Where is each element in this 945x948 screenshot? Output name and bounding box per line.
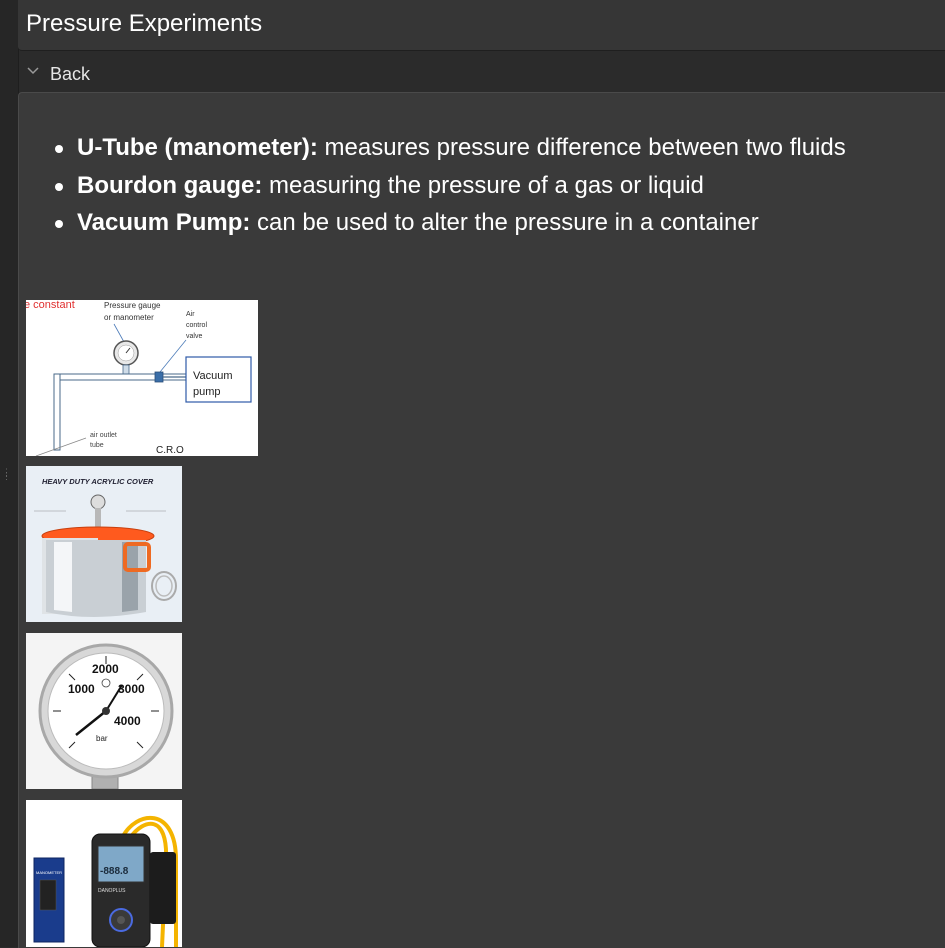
gauge-icon xyxy=(90,494,106,510)
pump-label: Vacuum xyxy=(193,370,233,382)
list-item: U-Tube (manometer): measures pressure di… xyxy=(55,129,846,167)
digital-manometer-image[interactable]: MANOMETER -888.8 DANOPLUS xyxy=(26,800,182,947)
chevron-down-icon xyxy=(27,67,39,75)
constant-text: e constant xyxy=(26,300,75,311)
brand-text: DANOPLUS xyxy=(98,888,126,894)
gauge-value: 3000 xyxy=(118,682,145,696)
list-item: Vacuum Pump: can be used to alter the pr… xyxy=(55,204,846,242)
valve-label: control xyxy=(186,322,207,329)
bullet-desc: measuring the pressure of a gas or liqui… xyxy=(262,171,704,199)
gauge-unit: bar xyxy=(96,734,108,743)
vacuum-diagram-image[interactable]: e constant Pressure gauge or manometer A… xyxy=(26,300,258,456)
gauge-value: 1000 xyxy=(68,682,95,696)
bullet-term: Vacuum Pump: xyxy=(77,209,251,236)
left-rail: ⋮ ⋮ xyxy=(0,0,19,947)
gauge-label: Pressure gauge xyxy=(104,301,161,310)
list-item: Bourdon gauge: measuring the pressure of… xyxy=(55,167,846,205)
cro-label: C.R.O xyxy=(156,445,184,456)
bullet-term: U-Tube (manometer): xyxy=(77,134,318,161)
resize-grip-icon[interactable]: ⋮ ⋮ xyxy=(2,468,11,490)
valve-label: Air xyxy=(186,311,195,318)
outlet-label: air outlet xyxy=(90,432,117,439)
vacuum-chamber-image[interactable]: HEAVY DUTY ACRYLIC COVER xyxy=(26,466,182,622)
title-bar: Pressure Experiments xyxy=(18,0,945,51)
bullet-desc: can be used to alter the pressure in a c… xyxy=(250,209,759,236)
pump-label: pump xyxy=(193,386,221,398)
gauge-label: or manometer xyxy=(104,313,154,322)
outlet-label: tube xyxy=(90,442,104,449)
bourdon-gauge-image[interactable]: 2000 1000 3000 4000 bar xyxy=(26,633,182,789)
bullet-desc: measures pressure difference between two… xyxy=(317,134,846,161)
page-title: Pressure Experiments xyxy=(26,10,263,37)
back-button[interactable]: Back xyxy=(18,54,945,90)
chamber-caption: HEAVY DUTY ACRYLIC COVER xyxy=(42,477,154,486)
valve-label: valve xyxy=(186,333,202,340)
bullet-list: U-Tube (manometer): measures pressure di… xyxy=(55,129,846,242)
box-text: MANOMETER xyxy=(36,870,62,875)
bullet-term: Bourdon gauge: xyxy=(77,171,263,199)
back-label: Back xyxy=(50,64,91,84)
gauge-value: 4000 xyxy=(114,714,141,728)
gauge-value: 2000 xyxy=(92,662,119,676)
manometer-display: -888.8 xyxy=(100,866,129,877)
